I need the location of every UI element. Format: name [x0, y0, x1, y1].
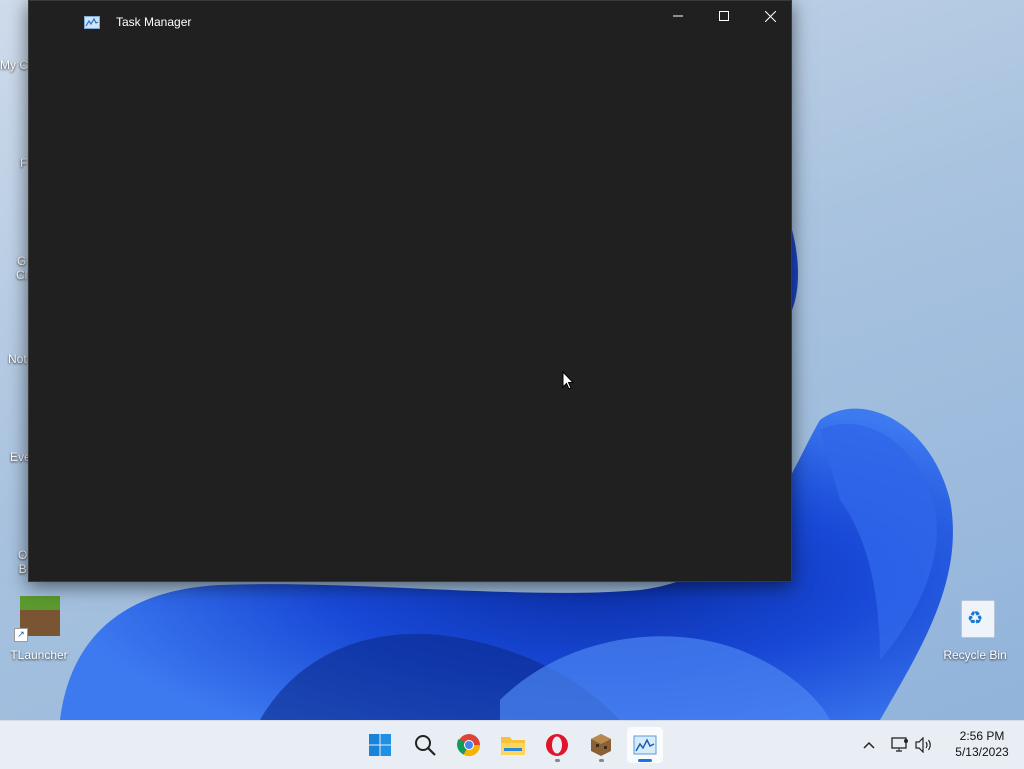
recycle-bin-icon: ♻ [957, 598, 997, 638]
network-button[interactable] [890, 735, 910, 755]
window-title: Task Manager [116, 15, 192, 29]
task-manager-icon [633, 735, 657, 755]
desktop-icon-label: F [20, 156, 28, 170]
mouse-cursor-icon [562, 371, 574, 390]
minecraft-icon [591, 734, 611, 756]
maximize-icon [719, 11, 729, 21]
taskbar-task-manager[interactable] [627, 727, 663, 763]
desktop-icon-label: Recycle Bin [943, 648, 1007, 662]
tlauncher-icon: ↗ [14, 596, 60, 642]
desktop-icon-tlauncher[interactable]: ↗ TLauncher [4, 596, 74, 662]
chevron-up-icon [863, 741, 875, 749]
desktop-icon-recycle-bin[interactable]: ♻ Recycle Bin [940, 598, 1010, 662]
taskbar-file-explorer[interactable] [495, 727, 531, 763]
running-indicator [555, 759, 560, 762]
desktop-icon-label: O B [18, 548, 28, 576]
taskbar-opera[interactable] [539, 727, 575, 763]
taskbar [0, 720, 1024, 769]
clock-time: 2:56 PM [959, 729, 1005, 743]
taskbar-minecraft[interactable] [583, 727, 619, 763]
window-titlebar[interactable]: Task Manager [29, 1, 791, 43]
minimize-icon [673, 15, 683, 17]
maximize-button[interactable] [701, 1, 747, 31]
opera-icon [546, 734, 568, 756]
desktop-icon-label: TLauncher [10, 648, 68, 662]
shortcut-arrow-icon: ↗ [14, 628, 28, 642]
desktop-icon-label: My C [0, 58, 28, 72]
taskbar-clock[interactable]: 2:56 PM 5/13/2023 [944, 728, 1020, 760]
active-indicator [638, 759, 652, 762]
close-icon [764, 10, 776, 22]
task-manager-window[interactable]: Task Manager [28, 0, 792, 582]
start-icon [369, 734, 391, 756]
file-explorer-icon [501, 737, 525, 755]
volume-icon [915, 737, 931, 753]
desktop-icon-label: G Cl [16, 254, 28, 282]
start-button[interactable] [362, 727, 398, 763]
clock-date: 5/13/2023 [955, 745, 1009, 759]
desktop-icon-label: Not [8, 352, 27, 366]
volume-button[interactable] [914, 735, 934, 755]
network-icon [891, 737, 908, 752]
chrome-icon [457, 734, 480, 756]
search-icon [415, 735, 436, 756]
window-content-area [29, 43, 791, 581]
minimize-button[interactable] [655, 1, 701, 31]
search-button[interactable] [407, 727, 443, 763]
taskbar-chrome[interactable] [451, 727, 487, 763]
task-manager-icon [84, 16, 100, 29]
show-hidden-icons-button[interactable] [859, 735, 879, 755]
running-indicator [599, 759, 604, 762]
close-button[interactable] [747, 1, 793, 31]
